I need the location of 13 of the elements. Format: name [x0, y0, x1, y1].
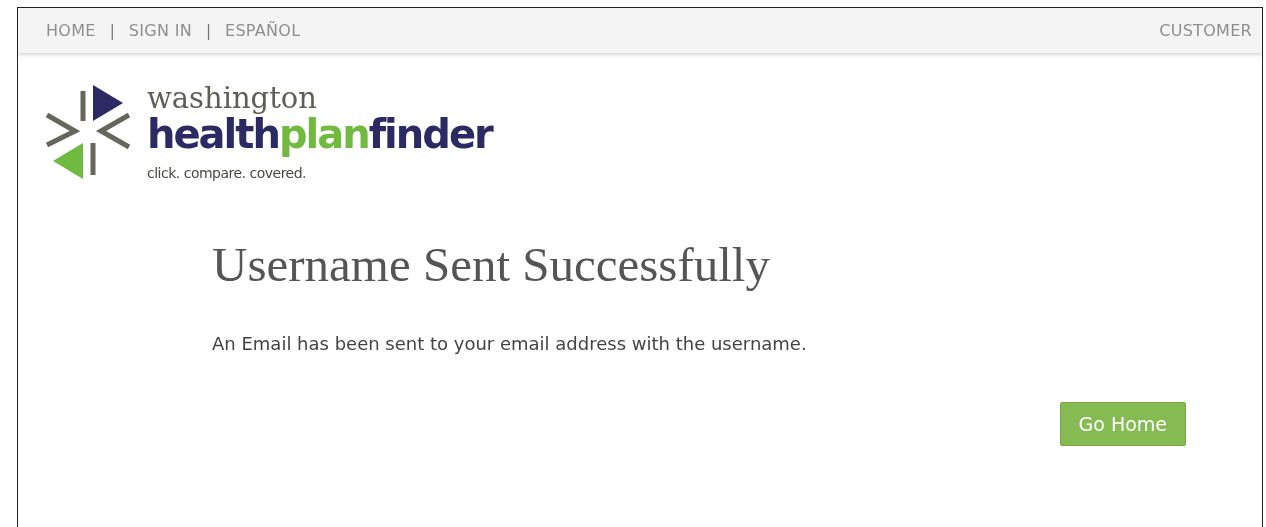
- page-heading: Username Sent Successfully: [212, 236, 770, 293]
- separator: |: [205, 21, 211, 40]
- nav-link[interactable]: ESPAÑOL: [225, 21, 301, 40]
- go-home-button[interactable]: Go Home: [1059, 402, 1186, 446]
- logo-text: washington: [147, 83, 318, 113]
- message-text: An Email has been sent to your email address with the username.: [212, 333, 807, 354]
- separator: |: [109, 21, 115, 40]
- tagline: click. compare. covered.: [147, 165, 308, 181]
- nav-link[interactable]: CUSTOMER: [1159, 21, 1252, 40]
- logo-wordmark: healthplanfinder: [147, 113, 492, 155]
- nav-link[interactable]: SIGN IN: [128, 21, 192, 40]
- nav-link[interactable]: HOME: [46, 21, 96, 40]
- logo-icon: [45, 83, 131, 181]
